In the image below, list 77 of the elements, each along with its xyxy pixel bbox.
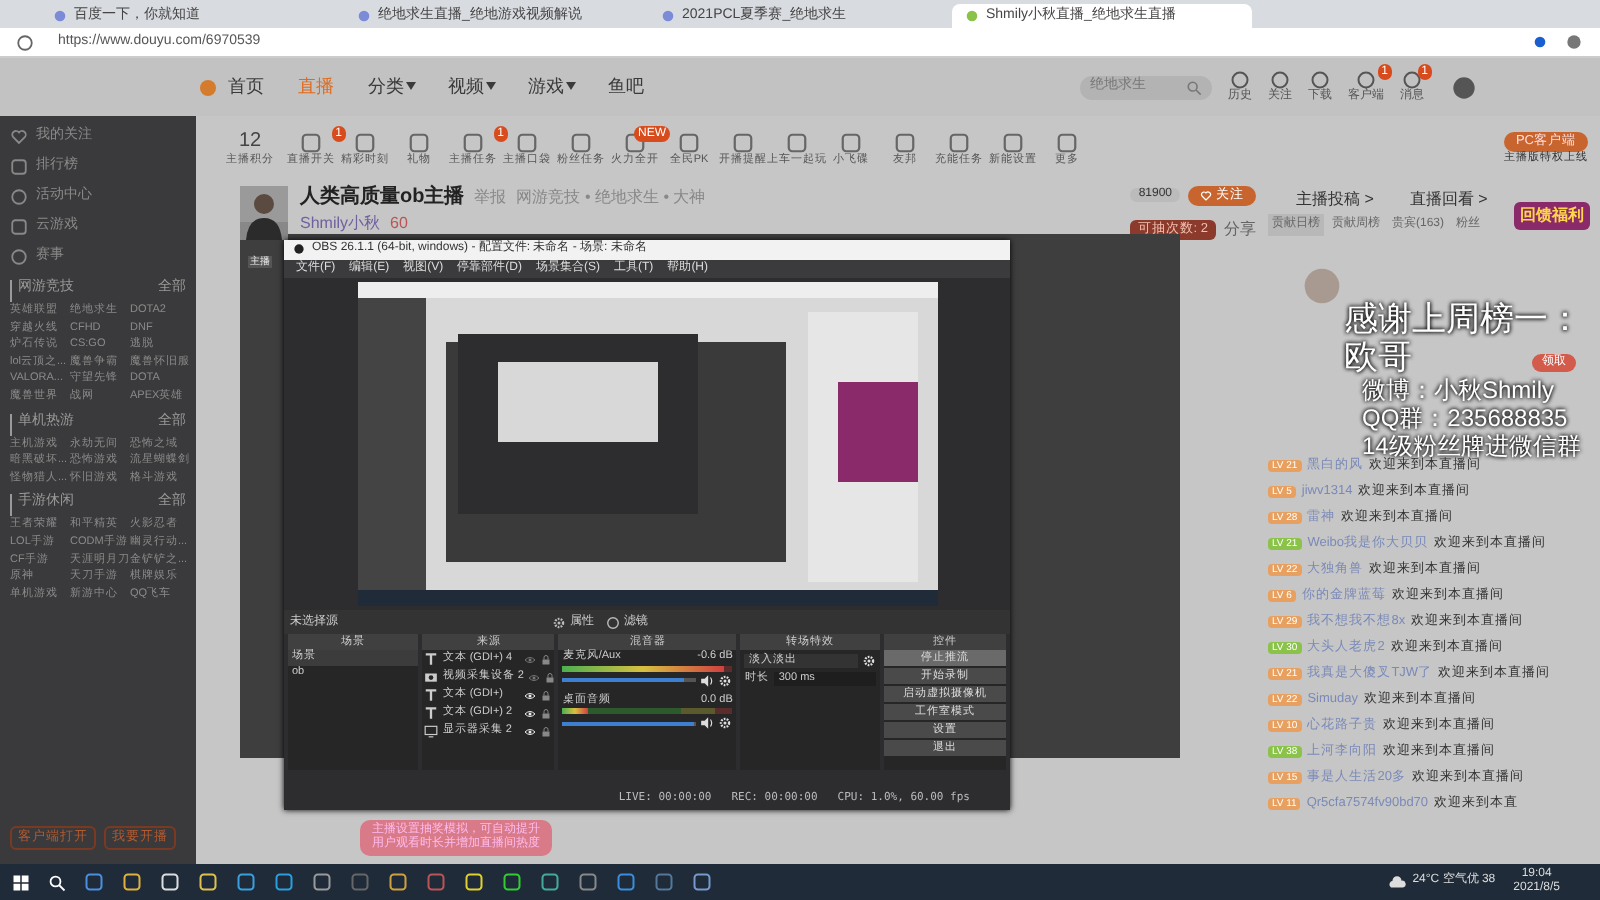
overlay-text: 微博：小秋Shmily <box>1359 376 1555 404</box>
rounded-square-icon <box>786 131 808 154</box>
speaker-icon[interactable] <box>700 673 715 688</box>
nav-link[interactable]: 分类 <box>368 76 404 98</box>
lock-icon[interactable] <box>543 671 556 684</box>
lock-icon[interactable] <box>540 707 553 720</box>
rounded-square-icon <box>408 131 430 154</box>
rounded-square-icon <box>948 131 970 154</box>
search-icon[interactable] <box>48 873 66 891</box>
share-link[interactable]: 分享 <box>1224 219 1256 239</box>
monitor-icon <box>424 724 439 739</box>
rounded-square-icon <box>300 131 322 154</box>
lock-icon[interactable] <box>540 725 553 738</box>
caret-icon[interactable] <box>486 82 496 91</box>
circle-icon <box>1356 69 1376 90</box>
caret-icon[interactable] <box>406 82 416 91</box>
rounded-square-icon <box>1002 131 1024 154</box>
gear-icon[interactable] <box>718 673 733 688</box>
text-icon <box>424 652 439 667</box>
circle-icon <box>10 247 28 265</box>
circle-icon <box>1230 69 1250 90</box>
rounded-square-icon <box>462 131 484 154</box>
rounded-square-icon <box>840 131 862 154</box>
rounded-square-icon <box>1056 131 1078 154</box>
favorite-icon[interactable] <box>1532 34 1548 50</box>
chat-link[interactable]: 主播投稿 > <box>1296 190 1374 210</box>
gear-icon <box>552 615 566 630</box>
rounded-square-icon <box>354 131 376 154</box>
anchor-name[interactable]: Shmily小秋 <box>300 214 381 234</box>
promo-banner[interactable]: 回馈福利 <box>1514 202 1590 230</box>
chat-link[interactable]: 直播回看 > <box>1409 190 1488 210</box>
rounded-square-icon <box>570 131 592 154</box>
nav-link[interactable]: 直播 <box>298 76 334 98</box>
volume-slider[interactable] <box>562 721 697 726</box>
rounded-square-icon <box>732 131 754 154</box>
square-icon <box>10 217 28 235</box>
lock-icon[interactable] <box>540 653 553 666</box>
text-icon <box>424 688 439 703</box>
circle-icon <box>1310 69 1330 90</box>
gear-icon[interactable] <box>718 716 733 731</box>
cloud-icon <box>1388 873 1407 891</box>
site-icon <box>356 8 372 24</box>
caret-icon[interactable] <box>566 82 576 91</box>
report-link[interactable]: 举报 <box>474 188 507 208</box>
circle-icon <box>10 187 28 205</box>
volume-slider[interactable] <box>562 678 697 683</box>
overlay-text: QQ群：235688835 <box>1360 404 1568 432</box>
reload-icon[interactable] <box>16 33 34 51</box>
windows-logo-icon[interactable] <box>12 873 30 891</box>
lock-icon[interactable] <box>540 689 553 702</box>
square-icon <box>10 157 28 175</box>
profile-avatar-icon[interactable] <box>1564 32 1584 52</box>
streamer-title: 人类高质量ob主播 <box>300 186 465 210</box>
user-avatar-icon[interactable] <box>1448 71 1480 103</box>
score-value: 12 <box>238 130 262 153</box>
heart-icon <box>1200 189 1212 202</box>
level-text: 60 <box>390 214 408 234</box>
overlay-text: 欧哥 <box>1344 338 1412 376</box>
site-icon <box>964 8 980 24</box>
overlay-text: 感谢上周榜一： <box>1344 300 1582 338</box>
text-icon <box>424 706 439 721</box>
rounded-square-icon <box>516 131 538 154</box>
nav-link[interactable]: 游戏 <box>528 76 564 98</box>
site-icon <box>52 8 68 24</box>
speaker-icon[interactable] <box>700 716 715 731</box>
rounded-square-icon <box>678 131 700 154</box>
circle-icon <box>606 615 620 630</box>
circle-icon <box>1402 69 1422 90</box>
nav-link[interactable]: 首页 <box>228 76 264 98</box>
site-icon <box>660 8 676 24</box>
circle-icon <box>1270 69 1290 90</box>
category-text: 网游竞技 • 绝地求生 • 大神 <box>516 188 706 208</box>
rounded-square-icon <box>894 131 916 154</box>
gear-icon[interactable] <box>861 654 876 669</box>
heart-icon <box>10 127 28 145</box>
nav-link[interactable]: 视频 <box>448 76 484 98</box>
nav-link[interactable]: 鱼吧 <box>608 76 644 98</box>
